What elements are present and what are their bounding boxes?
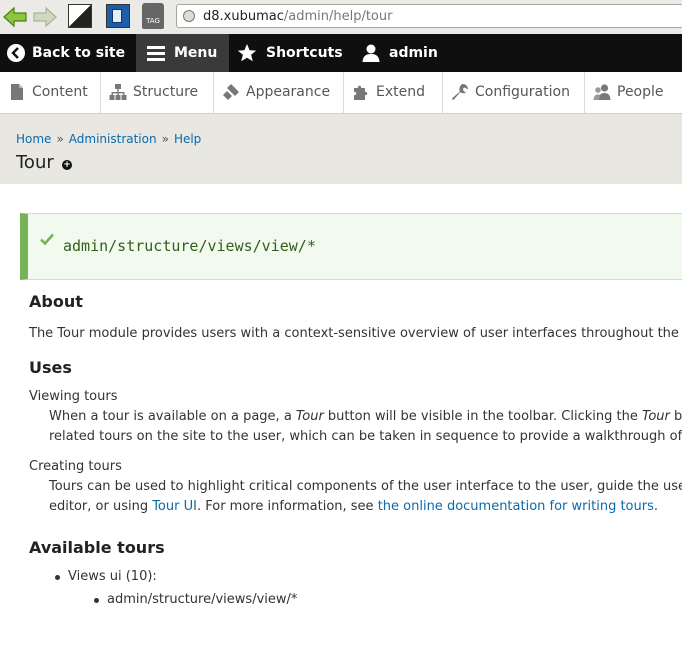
document-icon <box>11 84 23 100</box>
tour-emphasis: Tour <box>642 409 670 424</box>
people-icon <box>593 84 611 100</box>
creating-tours-title: Creating tours <box>29 459 122 474</box>
forward-arrow-icon[interactable] <box>32 4 58 30</box>
tray-item-label: Content <box>32 84 88 100</box>
tour-group-label: Views ui (10): <box>68 569 157 584</box>
tray-item-people[interactable]: People <box>585 72 682 113</box>
documentation-link[interactable]: the online documentation for writing tou… <box>378 499 654 514</box>
creating-tours-text: Tours can be used to highlight critical … <box>49 479 682 494</box>
breadcrumb-help-link[interactable]: Help <box>174 132 201 146</box>
available-tours-heading: Available tours <box>29 538 165 557</box>
extension-icon[interactable] <box>68 4 92 28</box>
paintbrush-icon <box>223 84 239 100</box>
address-bar[interactable]: d8.xubumac/admin/help/tour <box>176 4 682 28</box>
page-title: Tour <box>16 152 54 173</box>
user-label: admin <box>389 45 438 61</box>
chevron-left-icon <box>7 44 25 62</box>
tour-ui-link[interactable]: Tour UI <box>152 499 197 514</box>
tray-item-extend[interactable]: Extend <box>344 72 443 113</box>
breadcrumb-administration-link[interactable]: Administration <box>69 132 157 146</box>
tray-item-appearance[interactable]: Appearance <box>214 72 344 113</box>
tray-item-structure[interactable]: Structure <box>101 72 214 113</box>
menu-label: Menu <box>174 45 218 61</box>
viewing-tours-text-continued: related tours on the site to the user, w… <box>49 429 682 444</box>
breadcrumb-separator: » <box>56 132 64 146</box>
list-bullet <box>55 575 60 580</box>
checkmark-icon <box>40 233 54 246</box>
about-text: The Tour module provides users with a co… <box>29 326 679 341</box>
about-heading: About <box>29 292 83 311</box>
breadcrumb: Home » Administration » Help <box>16 132 201 146</box>
back-to-site-label: Back to site <box>32 45 126 61</box>
status-message: admin/structure/views/view/* <box>20 213 682 280</box>
user-icon <box>362 44 380 62</box>
tray-item-label: Configuration <box>475 84 570 100</box>
shortcuts-label: Shortcuts <box>266 45 343 61</box>
back-arrow-icon[interactable] <box>2 4 28 30</box>
list-item: admin/structure/views/view/* <box>107 592 298 607</box>
tray-item-label: People <box>617 84 664 100</box>
viewing-tours-text: When a tour is available on a page, a To… <box>49 409 682 424</box>
bookmark-extension-icon[interactable] <box>106 4 130 28</box>
add-shortcut-icon[interactable]: + <box>62 160 72 170</box>
viewing-tours-title: Viewing tours <box>29 389 118 404</box>
tag-label: TAG <box>146 17 160 25</box>
admin-toolbar: Back to site Menu Shortcuts admin <box>0 34 682 72</box>
shortcuts-tab[interactable]: Shortcuts <box>229 34 351 72</box>
creating-tours-text-continued: editor, or using Tour UI. For more infor… <box>49 499 659 514</box>
menu-tab[interactable]: Menu <box>136 34 229 72</box>
uses-heading: Uses <box>29 358 72 377</box>
tray-item-configuration[interactable]: Configuration <box>443 72 585 113</box>
tray-item-label: Structure <box>133 84 199 100</box>
user-tab[interactable]: admin <box>351 34 461 72</box>
hamburger-icon <box>147 46 165 61</box>
list-bullet <box>94 598 99 603</box>
tray-item-content[interactable]: Content <box>0 72 101 113</box>
wrench-icon <box>452 83 468 100</box>
puzzle-piece-icon <box>354 85 368 100</box>
breadcrumb-separator: » <box>161 132 169 146</box>
breadcrumb-home-link[interactable]: Home <box>16 132 51 146</box>
browser-toolbar: TAG d8.xubumac/admin/help/tour <box>0 0 682 35</box>
globe-icon <box>183 10 195 22</box>
status-message-text: admin/structure/views/view/* <box>63 237 316 255</box>
page-header: Home » Administration » Help Tour + <box>0 114 682 184</box>
back-to-site-link[interactable]: Back to site <box>0 34 132 72</box>
admin-menu-tray: Content Structure Appearance Extend Conf… <box>0 72 682 114</box>
star-icon <box>237 44 257 62</box>
sitemap-icon <box>109 84 127 100</box>
tray-item-label: Extend <box>376 84 425 100</box>
url-text[interactable]: d8.xubumac/admin/help/tour <box>203 9 392 24</box>
tour-emphasis: Tour <box>295 409 324 424</box>
tray-item-label: Appearance <box>246 84 331 100</box>
tag-extension-icon[interactable]: TAG <box>142 3 164 29</box>
